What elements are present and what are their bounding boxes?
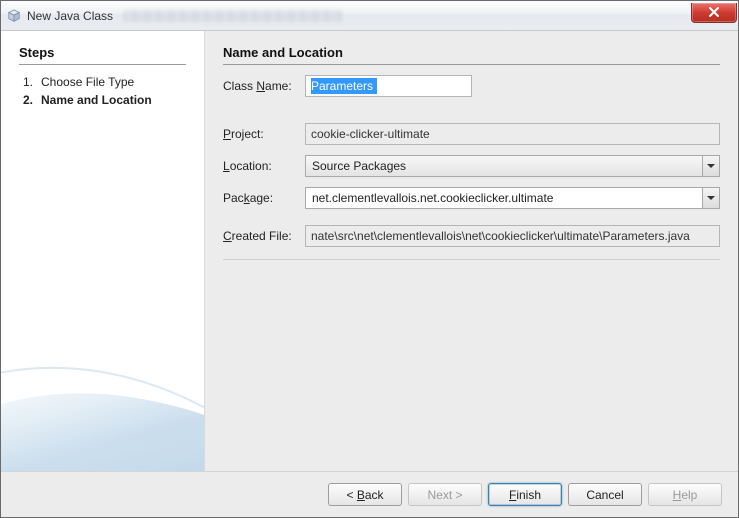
close-icon: [708, 5, 720, 20]
decorative-swoosh: [1, 271, 205, 471]
class-name-label: Class Name:: [223, 79, 305, 93]
created-file-label: Created File:: [223, 229, 305, 243]
help-button: Help: [648, 483, 722, 506]
project-field: [305, 123, 720, 145]
app-cube-icon: [7, 9, 21, 23]
location-label: Location:: [223, 159, 305, 173]
package-label: Package:: [223, 191, 305, 205]
chevron-down-icon[interactable]: [702, 155, 720, 177]
step-choose-file-type: 1.Choose File Type: [23, 75, 186, 89]
package-combobox[interactable]: net.clementlevallois.net.cookieclicker.u…: [305, 187, 720, 209]
chevron-down-icon[interactable]: [702, 187, 720, 209]
location-combobox[interactable]: Source Packages: [305, 155, 720, 177]
close-button[interactable]: [691, 3, 737, 23]
created-file-field: [305, 225, 720, 247]
title-bar: New Java Class: [1, 1, 738, 31]
steps-heading: Steps: [19, 45, 186, 65]
cancel-button[interactable]: Cancel: [568, 483, 642, 506]
project-label: Project:: [223, 127, 305, 141]
background-window-title-blur: [123, 10, 343, 22]
steps-list: 1.Choose File Type 2.Name and Location: [19, 75, 186, 107]
content-heading: Name and Location: [223, 45, 720, 65]
next-button: Next >: [408, 483, 482, 506]
back-button[interactable]: < Back: [328, 483, 402, 506]
footer-button-bar: < Back Next > Finish Cancel Help: [1, 471, 738, 517]
finish-button[interactable]: Finish: [488, 483, 562, 506]
content-pane: Name and Location Class Name: Parameters…: [205, 31, 738, 471]
step-name-and-location: 2.Name and Location: [23, 93, 186, 107]
window-title: New Java Class: [27, 9, 113, 23]
separator: [223, 259, 720, 260]
steps-sidebar: Steps 1.Choose File Type 2.Name and Loca…: [1, 31, 205, 471]
